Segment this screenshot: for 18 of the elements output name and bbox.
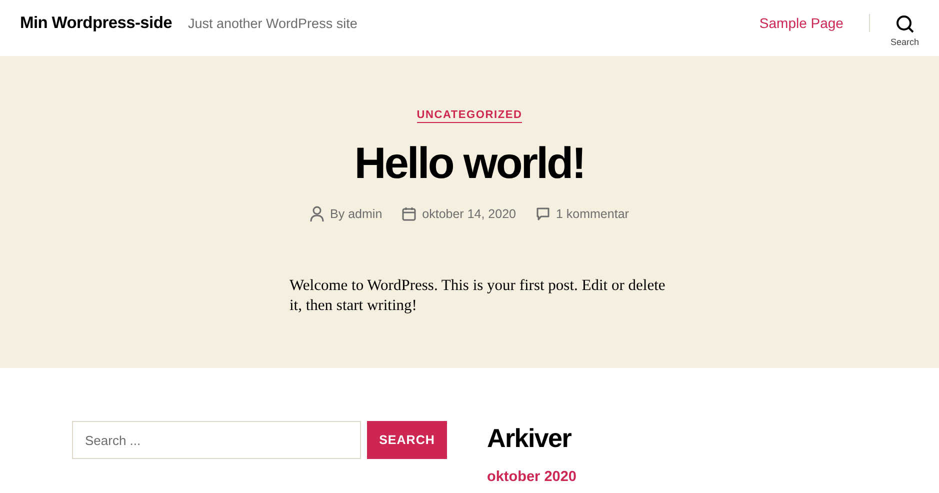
archive-link[interactable]: oktober 2020 [487,469,576,485]
search-icon [896,15,914,33]
search-field[interactable]: Search ... [72,421,361,459]
person-icon [310,206,324,222]
site-tagline: Just another WordPress site [188,16,358,30]
post-title: Hello world! [354,138,585,190]
comments-link[interactable]: 1 kommentar [556,207,629,221]
search-button[interactable]: SEARCH [367,421,447,459]
date-link[interactable]: oktober 14, 2020 [422,207,516,221]
widget-heading: Arkiver [487,423,572,453]
category-link[interactable]: UNCATEGORIZED [416,108,522,123]
post-body: Welcome to WordPress. This is your first post. Edit or delete it, then start writing! [290,276,666,316]
calendar-icon [402,207,416,221]
nav-link[interactable]: Sample Page [759,15,844,31]
author-link[interactable]: By admin [330,207,382,221]
search-toggle[interactable]: Search [890,15,919,47]
comment-icon [536,207,550,221]
site-title[interactable]: Min Wordpress-side [20,14,172,32]
